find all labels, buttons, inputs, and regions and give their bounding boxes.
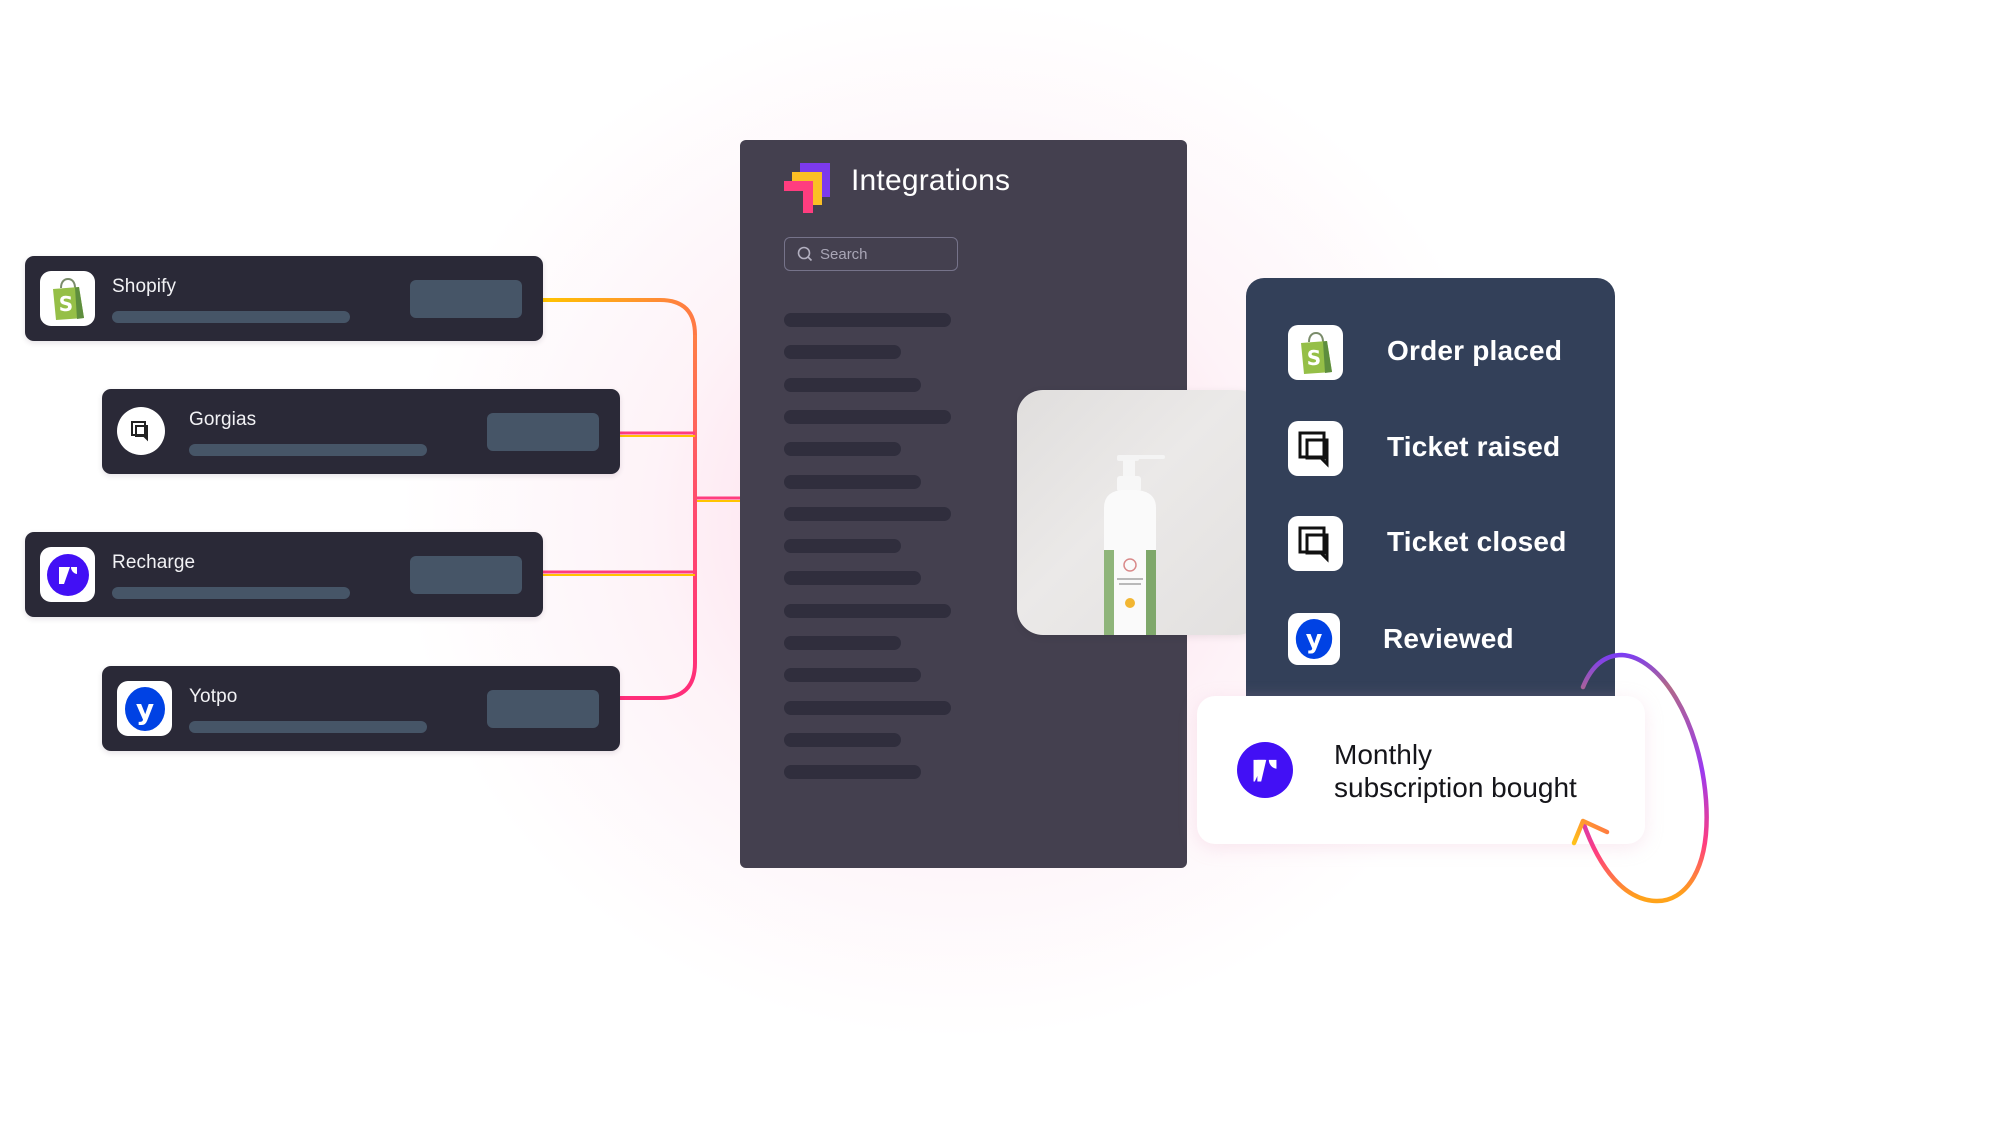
svg-text:S: S (58, 292, 72, 316)
event-label: Ticket closed (1387, 526, 1567, 557)
yotpo-logo-icon: y (1288, 613, 1340, 665)
integration-list-item-placeholder[interactable] (784, 539, 901, 554)
subscription-line-1: Monthly (1334, 739, 1433, 770)
search-input[interactable] (820, 245, 940, 263)
connector-panel (697, 496, 740, 502)
integration-action-button[interactable] (487, 413, 599, 451)
connector-trunk (620, 335, 697, 700)
event-ticket-raised[interactable]: Ticket raised (1288, 421, 1608, 476)
integration-list-item-placeholder[interactable] (784, 313, 951, 327)
integration-list-item-placeholder[interactable] (784, 700, 951, 715)
integration-name: Gorgias (189, 409, 257, 430)
connector-gorgias (620, 431, 695, 437)
connector-recharge (543, 570, 695, 576)
integration-list-item-placeholder[interactable] (784, 603, 951, 618)
integration-list-item-placeholder[interactable] (784, 409, 951, 424)
integration-name: Shopify (112, 276, 177, 297)
integration-list-item-placeholder[interactable] (784, 506, 951, 521)
integration-card-yotpo[interactable]: y Yotpo (102, 666, 620, 751)
shopify-bag-icon: S (40, 271, 95, 326)
page-title: Integrations (851, 164, 1011, 197)
integration-list-item-placeholder[interactable] (784, 345, 901, 360)
recharge-logo-icon (1237, 742, 1293, 798)
svg-text:y: y (1306, 625, 1323, 655)
product-image (1017, 390, 1263, 635)
integration-list-item-placeholder[interactable] (784, 636, 901, 650)
integration-card-gorgias[interactable]: Gorgias (102, 389, 620, 474)
gorgias-chat-icon (117, 407, 165, 455)
events-panel: S Order placed Ticket raised Ticket clos… (1246, 278, 1615, 698)
shopify-bag-icon: S (1288, 325, 1343, 380)
integrations-logo-icon (784, 163, 830, 213)
integration-name: Yotpo (189, 686, 238, 707)
integration-description-placeholder (112, 311, 350, 323)
subscription-event-card[interactable]: Monthly subscription bought (1197, 696, 1645, 844)
integration-action-button[interactable] (410, 280, 522, 318)
event-label: Ticket raised (1387, 431, 1561, 462)
event-ticket-closed[interactable]: Ticket closed (1288, 516, 1608, 571)
svg-text:S: S (1306, 346, 1320, 370)
event-order-placed[interactable]: S Order placed (1288, 325, 1608, 380)
integration-action-button[interactable] (487, 690, 599, 728)
integration-list-item-placeholder[interactable] (784, 571, 921, 586)
integration-list-item-placeholder[interactable] (784, 765, 921, 780)
subscription-event-label: Monthly subscription bought (1334, 738, 1577, 804)
search-field[interactable] (784, 237, 958, 271)
integration-list-item-placeholder[interactable] (784, 442, 901, 457)
gorgias-chat-icon (1288, 421, 1343, 476)
integration-card-recharge[interactable]: Recharge (25, 532, 543, 617)
product-bottle-illustration (1104, 455, 1165, 635)
gorgias-chat-icon (1288, 516, 1343, 571)
subscription-line-2: subscription bought (1334, 772, 1577, 803)
integration-list-item-placeholder[interactable] (784, 377, 921, 392)
yotpo-logo-icon: y (117, 681, 172, 736)
integration-list-item-placeholder[interactable] (784, 732, 901, 747)
svg-text:y: y (135, 693, 153, 726)
integration-description-placeholder (189, 721, 427, 733)
recharge-logo-icon (40, 547, 95, 602)
integration-description-placeholder (112, 587, 350, 599)
integration-name: Recharge (112, 552, 196, 573)
event-reviewed[interactable]: y Reviewed (1288, 613, 1608, 668)
integration-list-item-placeholder[interactable] (784, 474, 921, 489)
integration-action-button[interactable] (410, 556, 522, 594)
search-icon (797, 246, 813, 262)
integration-description-placeholder (189, 444, 427, 456)
integration-card-shopify[interactable]: S Shopify (25, 256, 543, 341)
event-label: Order placed (1387, 335, 1563, 366)
integration-list-item-placeholder[interactable] (784, 668, 921, 683)
event-label: Reviewed (1383, 623, 1514, 654)
